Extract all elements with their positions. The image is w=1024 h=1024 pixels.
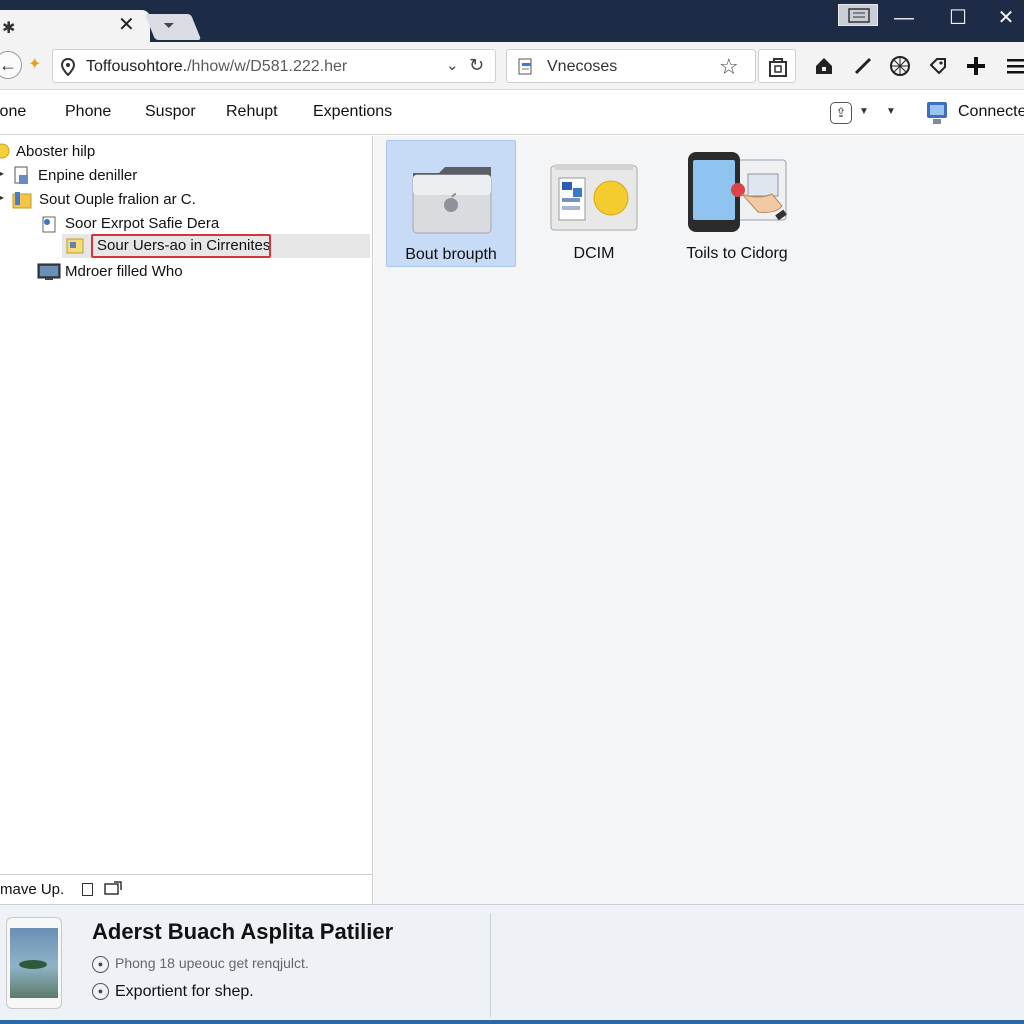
address-bar[interactable]: Toffousohtore./hhow/w/D581.222.her ⌄ ↻ xyxy=(52,49,496,83)
menu-bar: ione Phone Suspor Rehupt Expentions ⇪ ▼ … xyxy=(0,91,1024,135)
content-item-label: Toils to Cidorg xyxy=(686,245,788,262)
tab-favicon-icon: ✱ xyxy=(2,20,16,37)
title-bar: ✱ ✕ ⏷ — ☐ ✕ xyxy=(0,0,1024,42)
monitor-icon xyxy=(37,263,61,280)
radio-icon: ● xyxy=(92,983,109,1001)
content-item-label: Bout broupth xyxy=(405,246,497,263)
tablet-icon[interactable] xyxy=(104,881,122,897)
content-item-dcim[interactable]: DCIM xyxy=(529,140,659,267)
tree-item-soor-exrpot[interactable]: Soor Exrpot Safie Dera xyxy=(0,212,370,236)
plus-icon[interactable] xyxy=(963,53,989,79)
device-connected-icon xyxy=(927,102,947,124)
share-dropdown-icon[interactable]: ▼ xyxy=(859,106,869,117)
selected-item-highlight xyxy=(91,234,271,258)
tree-item-mdroer-filled[interactable]: Mdroer filled Who xyxy=(0,260,370,284)
library-button[interactable] xyxy=(758,49,796,83)
pencil-icon[interactable] xyxy=(850,53,876,79)
home-icon[interactable] xyxy=(811,53,837,79)
user-file-icon xyxy=(42,216,56,233)
document-icon xyxy=(14,166,28,184)
reload-icon[interactable]: ↻ xyxy=(469,55,484,76)
move-up-button[interactable]: mave Up. xyxy=(0,881,64,898)
folder-icon xyxy=(12,192,32,209)
menu-item-extensions[interactable]: Expentions xyxy=(313,103,392,121)
phone-tools-icon xyxy=(688,152,787,232)
menu-item-phone[interactable]: Phone xyxy=(65,103,111,121)
address-text: Toffousohtore./hhow/w/D581.222.her xyxy=(86,58,348,75)
window-snap-icon xyxy=(848,8,870,23)
star-icon[interactable]: ☆ xyxy=(719,54,739,80)
device-info-line: ● Phong 18 upeouc get renqjulct. xyxy=(92,955,309,973)
tree-item-enpine-deniller[interactable]: ▸ Enpine deniller xyxy=(0,164,370,188)
square-icon[interactable] xyxy=(82,883,93,896)
device-name: Aderst Buach Asplita Patilier xyxy=(92,919,394,944)
tab-close-icon[interactable]: ✕ xyxy=(118,15,135,35)
tag-icon[interactable] xyxy=(925,53,951,79)
browser-tab[interactable]: ✱ ✕ xyxy=(0,10,150,42)
share-button[interactable]: ⇪ xyxy=(830,102,852,124)
options-dropdown-icon[interactable]: ▼ xyxy=(886,106,896,117)
content-item-bout-broupth[interactable]: Bout broupth xyxy=(386,140,516,267)
new-tab-button[interactable]: ⏷ xyxy=(144,14,202,40)
menu-item-home[interactable]: ione xyxy=(0,103,26,121)
maximize-button[interactable]: ☐ xyxy=(940,4,976,32)
window-bottom-edge xyxy=(0,1020,1024,1024)
window-snap-button[interactable] xyxy=(838,4,878,26)
export-option[interactable]: ● Exportient for shep. xyxy=(92,983,254,1001)
photo-folder-icon xyxy=(550,164,638,231)
menu-item-support[interactable]: Suspor xyxy=(145,103,196,121)
menu-icon[interactable] xyxy=(1004,53,1024,79)
folder-tree-pane: Aboster hilp ▸ Enpine deniller ▸ Sout Ou… xyxy=(0,136,373,874)
search-text: Vnecoses xyxy=(547,58,618,75)
search-bar[interactable]: Vnecoses ☆ xyxy=(506,49,756,83)
address-dropdown-icon[interactable]: ⌄ xyxy=(446,56,459,74)
connected-status-label: Connecte xyxy=(958,103,1024,120)
content-item-toils-to-cidorg[interactable]: Toils to Cidorg xyxy=(672,140,802,267)
new-tab-icon: ⏷ xyxy=(163,17,175,33)
content-item-label: DCIM xyxy=(573,245,615,262)
panel-divider xyxy=(490,913,491,1017)
expand-arrow-icon[interactable]: ▸ xyxy=(0,193,4,202)
tree-item-sout-ouple[interactable]: ▸ Sout Ouple fralion ar C. xyxy=(0,188,370,212)
folder-icon xyxy=(66,238,84,254)
expand-arrow-icon[interactable]: ▸ xyxy=(0,169,4,178)
tree-pane-footer: mave Up. xyxy=(0,874,373,904)
close-button[interactable]: ✕ xyxy=(988,4,1024,32)
device-details-panel: Aderst Buach Asplita Patilier ● Phong 18 … xyxy=(0,904,1024,1024)
globe-icon[interactable] xyxy=(887,53,913,79)
minimize-button[interactable]: — xyxy=(886,4,922,32)
menu-item-rehupt[interactable]: Rehupt xyxy=(226,103,278,121)
file-content-pane: Bout broupth DCIM Toils to Cidorg xyxy=(374,136,1024,904)
tree-item-aboster-hilp[interactable]: Aboster hilp xyxy=(0,140,370,164)
library-icon xyxy=(769,58,787,77)
navigation-toolbar: ← ✦ Toffousohtore./hhow/w/D581.222.her ⌄… xyxy=(0,42,1024,90)
bookmark-arrow-icon[interactable]: ✦ xyxy=(28,54,41,74)
folder-icon xyxy=(412,167,492,234)
device-thumbnail xyxy=(6,917,62,1009)
location-pin-icon xyxy=(61,58,75,76)
back-button[interactable]: ← xyxy=(0,51,22,79)
bulb-icon xyxy=(0,143,10,159)
device-wallpaper xyxy=(10,928,58,998)
address-path: /hhow/w/D581.222.her xyxy=(187,58,348,75)
document-icon xyxy=(518,58,532,75)
info-icon: ● xyxy=(92,955,109,973)
